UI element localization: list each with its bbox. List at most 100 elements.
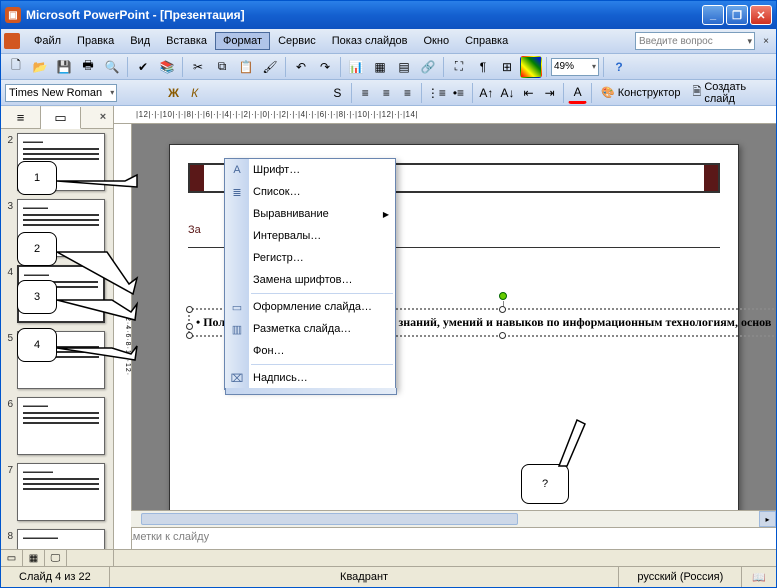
notes-pane[interactable]: Заметки к слайду — [114, 527, 776, 549]
scroll-thumb[interactable] — [141, 513, 518, 525]
menu-separator — [251, 364, 393, 365]
bold-icon[interactable]: Ж — [164, 82, 183, 104]
slides-tab[interactable]: ▭ — [41, 107, 81, 129]
callout-question: ? — [521, 464, 569, 504]
show-formatting-icon[interactable]: ¶ — [472, 56, 494, 78]
paste-icon[interactable]: 📋 — [235, 56, 257, 78]
increase-font-icon[interactable]: A↑ — [477, 82, 496, 104]
menu-window[interactable]: Окно — [416, 32, 458, 50]
resize-handle[interactable] — [186, 332, 193, 339]
resize-handle[interactable] — [186, 306, 193, 313]
menu-edit[interactable]: Правка — [69, 32, 122, 50]
menu-file[interactable]: Файл — [26, 32, 69, 50]
menu-slideshow[interactable]: Показ слайдов — [324, 32, 416, 50]
document-close-button[interactable]: × — [759, 34, 773, 48]
increase-indent-icon[interactable]: ⇥ — [540, 82, 559, 104]
shadow-icon[interactable]: S — [328, 82, 347, 104]
print-icon[interactable]: 🖶 — [77, 56, 99, 78]
tables-borders-icon[interactable]: ▤ — [393, 56, 415, 78]
font-color-icon[interactable]: A — [568, 82, 587, 104]
textbox-icon: ⌧ — [229, 372, 245, 385]
menu-spacing[interactable]: Интервалы… — [225, 225, 395, 247]
align-right-icon[interactable]: ≡ — [398, 82, 417, 104]
chart-icon[interactable]: 📊 — [345, 56, 367, 78]
list-icon: ≣ — [229, 186, 245, 199]
menu-insert[interactable]: Вставка — [158, 32, 215, 50]
new-slide-button[interactable]: 🗎Создать слайд — [687, 82, 772, 104]
zoom-combo[interactable]: 49% — [551, 58, 599, 76]
menu-list[interactable]: ≣Список… — [225, 181, 395, 203]
powerpoint-icon[interactable] — [4, 33, 20, 49]
cut-icon[interactable]: ✂ — [187, 56, 209, 78]
numbering-icon[interactable]: ⋮≡ — [426, 82, 447, 104]
save-icon[interactable]: 💾 — [53, 56, 75, 78]
align-left-icon[interactable]: ≡ — [356, 82, 375, 104]
menu-tools[interactable]: Сервис — [270, 32, 324, 50]
menu-separator — [251, 293, 393, 294]
maximize-button[interactable]: ❐ — [726, 5, 748, 25]
menu-case[interactable]: Регистр… — [225, 247, 395, 269]
expand-icon[interactable]: ⛶ — [448, 56, 470, 78]
copy-icon[interactable]: ⧉ — [211, 56, 233, 78]
designer-button[interactable]: 🎨Конструктор — [596, 82, 685, 104]
preview-icon[interactable]: 🔍 — [101, 56, 123, 78]
normal-view-icon[interactable]: ▭ — [1, 550, 23, 566]
align-center-icon[interactable]: ≡ — [377, 82, 396, 104]
redo-icon[interactable]: ↷ — [314, 56, 336, 78]
sorter-view-icon[interactable]: ▦ — [23, 550, 45, 566]
decrease-font-icon[interactable]: A↓ — [498, 82, 517, 104]
menu-help[interactable]: Справка — [457, 32, 516, 50]
slide-thumbnail[interactable]: 7▬▬▬▬▬▬ — [3, 463, 111, 521]
color-icon[interactable] — [520, 56, 542, 78]
minimize-button[interactable]: _ — [702, 5, 724, 25]
table-icon[interactable]: ▦ — [369, 56, 391, 78]
spelling-icon[interactable]: ✔ — [132, 56, 154, 78]
menu-alignment[interactable]: Выравнивание▶ — [225, 203, 395, 225]
status-language[interactable]: русский (Россия) — [619, 567, 742, 587]
menu-replace-fonts[interactable]: Замена шрифтов… — [225, 269, 395, 291]
app-window: ▣ Microsoft PowerPoint - [Презентация] _… — [0, 0, 777, 588]
rotate-handle[interactable] — [499, 292, 507, 300]
font-combo[interactable]: Times New Roman — [5, 84, 117, 102]
menu-slide-layout[interactable]: ▥Разметка слайда… — [225, 318, 395, 340]
menu-font[interactable]: AШрифт… — [225, 159, 395, 181]
resize-handle[interactable] — [499, 332, 506, 339]
horizontal-ruler[interactable]: |12|·|·|10|·|·|8|·|·|6|·|·|4|·|·|2|·|·|0… — [114, 106, 776, 124]
slide-thumbnail[interactable]: 6▬▬▬▬▬ — [3, 397, 111, 455]
open-icon[interactable]: 📂 — [29, 56, 51, 78]
undo-icon[interactable]: ↶ — [290, 56, 312, 78]
ask-question-box[interactable]: Введите вопрос — [635, 32, 755, 50]
status-theme: Квадрант — [110, 567, 620, 587]
thumb-close-button[interactable]: × — [93, 106, 113, 128]
bullets-icon[interactable]: •≡ — [449, 82, 468, 104]
new-icon[interactable]: 🗋 — [5, 56, 27, 78]
horizontal-scrollbar[interactable]: ◂ ▸ — [114, 510, 776, 527]
slideshow-view-icon[interactable]: 🖵 — [45, 550, 67, 566]
callout-3: 3 — [17, 280, 57, 314]
menu-background[interactable]: Фон… — [225, 340, 395, 362]
hyperlink-icon[interactable]: 🔗 — [417, 56, 439, 78]
grid-icon[interactable]: ⊞ — [496, 56, 518, 78]
italic-icon[interactable]: К — [185, 82, 204, 104]
standard-toolbar: 🗋 📂 💾 🖶 🔍 ✔ 📚 ✂ ⧉ 📋 🖌 ↶ ↷ 📊 ▦ ▤ 🔗 ⛶ ¶ ⊞ … — [1, 54, 776, 80]
window-title: Microsoft PowerPoint - [Презентация] — [26, 8, 702, 22]
slide-thumbnail[interactable]: 8▬▬▬▬▬▬▬ — [3, 529, 111, 549]
research-icon[interactable]: 📚 — [156, 56, 178, 78]
resize-handle[interactable] — [186, 323, 193, 330]
status-bar: Слайд 4 из 22 Квадрант русский (Россия) … — [1, 566, 776, 587]
decrease-indent-icon[interactable]: ⇤ — [519, 82, 538, 104]
view-buttons: ▭ ▦ 🖵 — [1, 549, 114, 566]
help-icon[interactable]: ? — [608, 56, 630, 78]
menu-slide-design[interactable]: ▭Оформление слайда… — [225, 296, 395, 318]
close-button[interactable]: ✕ — [750, 5, 772, 25]
menu-format[interactable]: Формат — [215, 32, 270, 50]
scroll-right-icon[interactable]: ▸ — [759, 511, 776, 527]
outline-tab[interactable]: ≡ — [1, 106, 41, 128]
menu-view[interactable]: Вид — [122, 32, 158, 50]
menu-text-box[interactable]: ⌧Надпись… — [225, 367, 395, 389]
callout-4: 4 — [17, 328, 57, 362]
workarea: ≡ ▭ × 2▬▬▬▬ 3▬▬▬▬▬ 4▬▬▬▬▬ 5▬▬▬▬▬ 6▬▬▬▬▬ … — [1, 106, 776, 549]
spell-status-icon[interactable]: 📖 — [752, 571, 766, 584]
status-slide-number: Слайд 4 из 22 — [1, 567, 110, 587]
format-painter-icon[interactable]: 🖌 — [259, 56, 281, 78]
